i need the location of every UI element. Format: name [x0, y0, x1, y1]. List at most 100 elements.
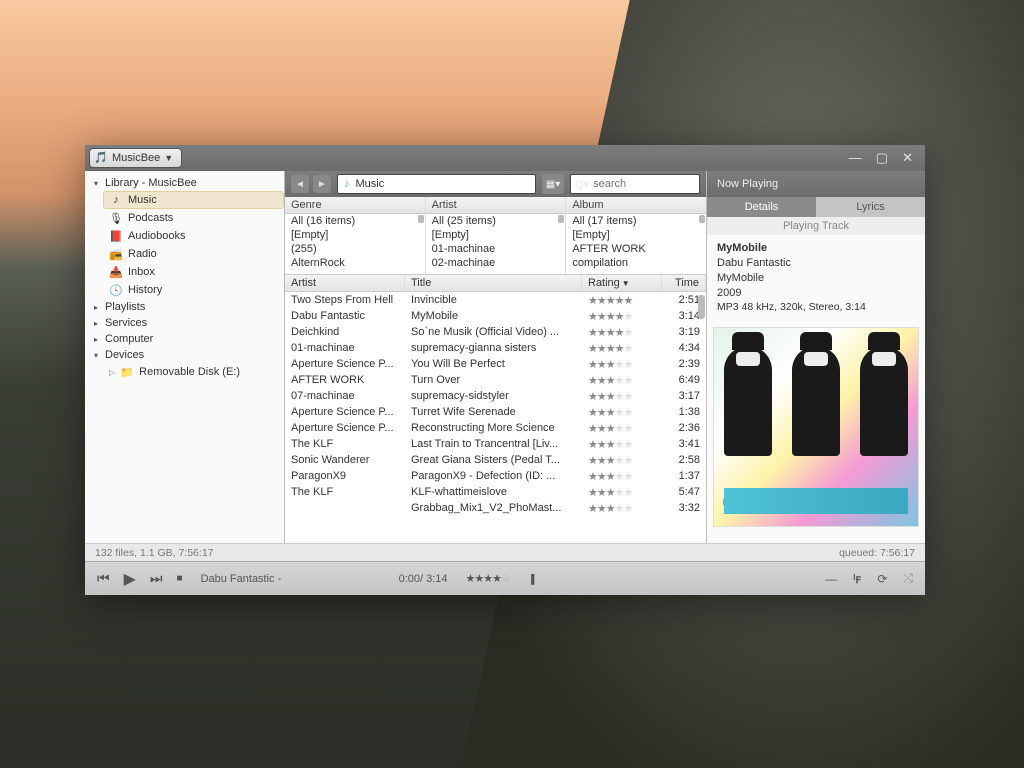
- app-menu-button[interactable]: 🎵 MusicBee ▼: [89, 148, 182, 168]
- table-row[interactable]: ParagonX9ParagonX9 - Defection (ID: ...★…: [285, 468, 706, 484]
- table-row[interactable]: The KLFKLF-whattimeislove★★★★★5:47: [285, 484, 706, 500]
- cell-artist: Aperture Science P...: [285, 356, 405, 372]
- shuffle-button[interactable]: ⤭: [903, 571, 913, 586]
- sidebar-item-inbox[interactable]: 📥Inbox: [103, 263, 284, 281]
- filter-row[interactable]: All (16 items): [285, 214, 425, 228]
- sidebar-item-audiobooks[interactable]: 📕Audiobooks: [103, 227, 284, 245]
- scrollbar[interactable]: [698, 295, 705, 319]
- table-row[interactable]: AFTER WORKTurn Over★★★★★6:49: [285, 372, 706, 388]
- sidebar-section-computer[interactable]: ▸Computer: [85, 331, 284, 347]
- now-playing-info: MyMobile Dabu Fantastic MyMobile 2009 MP…: [707, 235, 925, 321]
- filter-row[interactable]: AFTER WORK: [566, 242, 706, 256]
- table-row[interactable]: The KLFLast Train to Trancentral [Liv...…: [285, 436, 706, 452]
- item-icon: 📕: [109, 229, 123, 243]
- filter-row[interactable]: All (17 items): [566, 214, 706, 228]
- chevron-right-icon: ▸: [91, 319, 101, 328]
- now-playing-subheader: Playing Track: [707, 217, 925, 235]
- col-artist[interactable]: Artist: [285, 275, 405, 291]
- filter-row[interactable]: [Empty]: [285, 228, 425, 242]
- sidebar-item-music[interactable]: ♪Music: [103, 191, 284, 209]
- repeat-button[interactable]: ⟳: [877, 572, 887, 586]
- cell-artist: Aperture Science P...: [285, 404, 405, 420]
- filter-row[interactable]: compilation: [566, 256, 706, 270]
- filter-row[interactable]: 01-machinae: [426, 242, 566, 256]
- table-row[interactable]: Dabu FantasticMyMobile★★★★★3:14: [285, 308, 706, 324]
- sidebar-item-radio[interactable]: 📻Radio: [103, 245, 284, 263]
- cell-rating: ★★★★★: [582, 500, 662, 516]
- cell-rating: ★★★★★: [582, 324, 662, 340]
- cell-artist: Two Steps From Hell: [285, 292, 405, 308]
- search-input[interactable]: [593, 178, 695, 190]
- lastfm-button[interactable]: ᴵꜰ: [853, 572, 861, 586]
- maximize-button[interactable]: ▢: [876, 150, 888, 166]
- titlebar[interactable]: 🎵 MusicBee ▼ — ▢ ✕: [85, 145, 925, 171]
- status-left: 132 files, 1.1 GB, 7:56:17: [95, 547, 214, 559]
- cell-time: 4:34: [662, 340, 706, 356]
- filter-row[interactable]: 02-machinae: [426, 256, 566, 270]
- filter-row[interactable]: AlternRock: [285, 256, 425, 270]
- cell-time: 2:58: [662, 452, 706, 468]
- table-row[interactable]: 07-machinaesupremacy-sidstyler★★★★★3:17: [285, 388, 706, 404]
- table-row[interactable]: Grabbag_Mix1_V2_PhoMast...★★★★★3:32: [285, 500, 706, 516]
- cell-title: Grabbag_Mix1_V2_PhoMast...: [405, 500, 582, 516]
- stop-button[interactable]: ■: [177, 573, 183, 584]
- cell-title: You Will Be Perfect: [405, 356, 582, 372]
- app-window: 🎵 MusicBee ▼ — ▢ ✕ ▾ Library - MusicBee …: [85, 145, 925, 595]
- filter-artist[interactable]: Artist All (25 items)[Empty]01-machinae0…: [426, 197, 567, 274]
- scrollbar[interactable]: [558, 215, 564, 223]
- scrollbar[interactable]: [699, 215, 705, 223]
- filter-row[interactable]: [Empty]: [566, 228, 706, 242]
- breadcrumb[interactable]: ♪ Music: [337, 174, 536, 194]
- filter-row[interactable]: (255): [285, 242, 425, 256]
- table-row[interactable]: Two Steps From HellInvincible★★★★★2:51: [285, 292, 706, 308]
- cell-artist: 07-machinae: [285, 388, 405, 404]
- player-rating[interactable]: ★★★★☆: [466, 572, 510, 585]
- next-button[interactable]: ⏭: [150, 570, 163, 587]
- table-row[interactable]: Aperture Science P...Reconstructing More…: [285, 420, 706, 436]
- table-row[interactable]: Aperture Science P...You Will Be Perfect…: [285, 356, 706, 372]
- col-rating[interactable]: Rating▼: [582, 275, 662, 291]
- play-button[interactable]: ▶: [124, 569, 136, 589]
- close-button[interactable]: ✕: [902, 150, 913, 166]
- filter-row[interactable]: All (25 items): [426, 214, 566, 228]
- cell-title: Turret Wife Serenade: [405, 404, 582, 420]
- cell-artist: ParagonX9: [285, 468, 405, 484]
- filter-genre[interactable]: Genre All (16 items)[Empty](255)AlternRo…: [285, 197, 426, 274]
- volume-icon[interactable]: ▐: [528, 574, 534, 584]
- nav-back-button[interactable]: ◄: [291, 175, 309, 193]
- table-row[interactable]: DeichkindSo`ne Musik (Official Video) ..…: [285, 324, 706, 340]
- view-mode-button[interactable]: ▦▾: [542, 174, 564, 194]
- minimize-button[interactable]: —: [849, 150, 862, 166]
- sidebar-device[interactable]: ▷📁Removable Disk (E:): [103, 363, 284, 381]
- table-row[interactable]: 01-machinaesupremacy-gianna sisters★★★★★…: [285, 340, 706, 356]
- prev-button[interactable]: ⏮: [97, 570, 110, 587]
- sidebar-section-playlists[interactable]: ▸Playlists: [85, 299, 284, 315]
- table-row[interactable]: Aperture Science P...Turret Wife Serenad…: [285, 404, 706, 420]
- sidebar-section-services[interactable]: ▸Services: [85, 315, 284, 331]
- cell-rating: ★★★★★: [582, 484, 662, 500]
- sidebar-item-history[interactable]: 🕓History: [103, 281, 284, 299]
- sidebar-item-podcasts[interactable]: 🎙Podcasts: [103, 209, 284, 227]
- cell-title: ParagonX9 - Defection (ID: ...: [405, 468, 582, 484]
- eq-button[interactable]: —: [825, 572, 837, 586]
- tab-lyrics[interactable]: Lyrics: [816, 197, 925, 217]
- status-right: queued: 7:56:17: [839, 547, 915, 559]
- sidebar-library-header[interactable]: ▾ Library - MusicBee: [85, 175, 284, 191]
- album-art[interactable]: dabufantastic: [713, 327, 919, 527]
- table-row[interactable]: Sonic WandererGreat Giana Sisters (Pedal…: [285, 452, 706, 468]
- sidebar-devices-header[interactable]: ▾ Devices: [85, 347, 284, 363]
- filter-row[interactable]: [Empty]: [426, 228, 566, 242]
- cell-artist: The KLF: [285, 484, 405, 500]
- track-table[interactable]: Artist Title Rating▼ Time Two Steps From…: [285, 275, 706, 543]
- cell-title: supremacy-gianna sisters: [405, 340, 582, 356]
- filter-album[interactable]: Album All (17 items)[Empty]AFTER WORKcom…: [566, 197, 706, 274]
- tab-details[interactable]: Details: [707, 197, 816, 217]
- cell-rating: ★★★★★: [582, 436, 662, 452]
- col-title[interactable]: Title: [405, 275, 582, 291]
- search-box[interactable]: Q▾: [570, 174, 700, 194]
- cell-artist: Aperture Science P...: [285, 420, 405, 436]
- scrollbar[interactable]: [418, 215, 424, 223]
- sidebar: ▾ Library - MusicBee ♪Music🎙Podcasts📕Aud…: [85, 171, 285, 543]
- col-time[interactable]: Time: [662, 275, 706, 291]
- nav-forward-button[interactable]: ►: [313, 175, 331, 193]
